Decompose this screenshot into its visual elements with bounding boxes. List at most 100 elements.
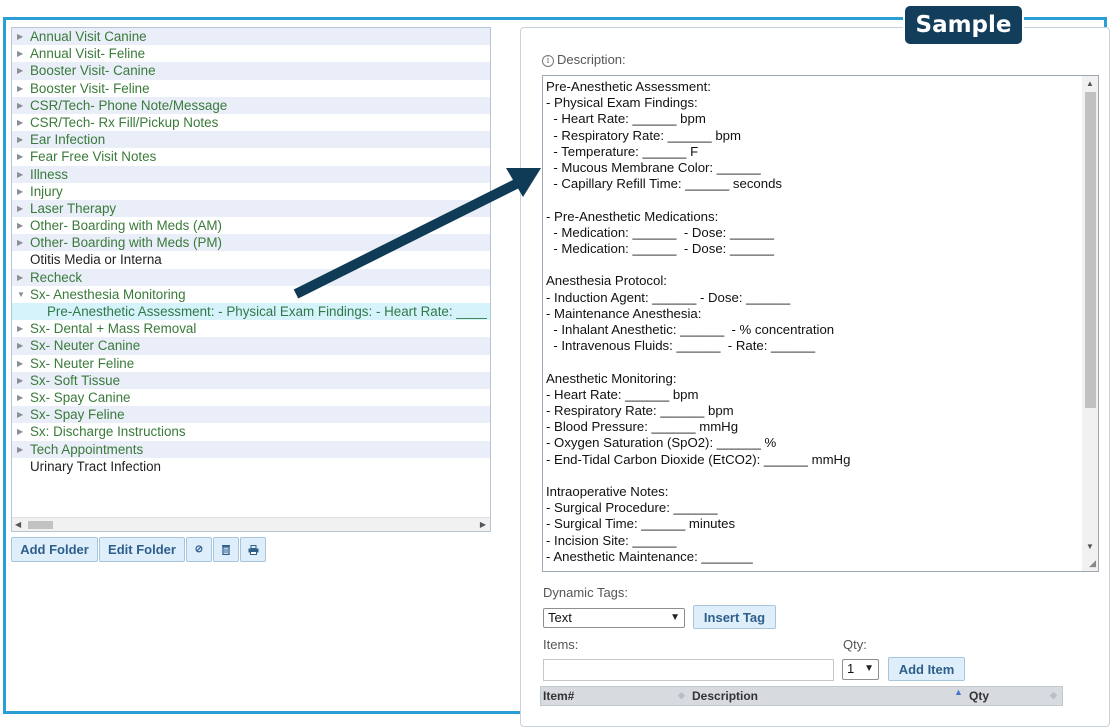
triangle-right-icon[interactable]: ▶ <box>17 114 23 131</box>
tree-node-label: Injury <box>30 183 63 199</box>
tree-node-leaf[interactable]: Otitis Media or Interna <box>12 251 490 268</box>
tree-node-label: Sx- Neuter Feline <box>30 355 135 371</box>
tree-node-folder[interactable]: ▶ Booster Visit- Canine <box>12 62 490 80</box>
horizontal-scrollbar[interactable]: ◀ ▶ <box>12 517 490 531</box>
tree-node-label: Sx- Neuter Canine <box>30 338 141 354</box>
tree-node-label: Recheck <box>30 269 83 285</box>
triangle-right-icon[interactable]: ▶ <box>17 406 23 423</box>
tree-node-folder[interactable]: ▶ Tech Appointments <box>12 440 490 458</box>
tree-node-folder[interactable]: ▶ Sx- Soft Tissue <box>12 371 490 389</box>
triangle-right-icon[interactable]: ▶ <box>17 423 23 440</box>
col-description[interactable]: Description <box>692 689 758 703</box>
scroll-thumb-vertical[interactable] <box>1085 92 1096 408</box>
tree-node-template[interactable]: Pre-Anesthetic Assessment: - Physical Ex… <box>12 303 490 321</box>
ban-icon: ⊘ <box>194 544 204 555</box>
sample-badge: Sample <box>903 4 1024 46</box>
tree-node-label: Other- Boarding with Meds (AM) <box>30 218 222 234</box>
triangle-right-icon[interactable]: ▶ <box>17 131 23 148</box>
triangle-right-icon[interactable]: ▶ <box>17 97 23 114</box>
description-label: i Description: <box>542 52 626 67</box>
tree-node-folder[interactable]: ▶ Sx- Neuter Feline <box>12 355 490 372</box>
add-item-button[interactable]: Add Item <box>888 657 965 681</box>
ban-button[interactable]: ⊘ <box>186 537 212 562</box>
triangle-right-icon[interactable]: ▶ <box>17 148 23 165</box>
items-input[interactable] <box>543 659 834 681</box>
edit-folder-button[interactable]: Edit Folder <box>99 537 185 562</box>
triangle-right-icon[interactable]: ▶ <box>17 62 23 79</box>
triangle-right-icon[interactable]: ▶ <box>17 200 23 217</box>
template-tree[interactable]: ▶ Annual Visit Canine ▶ Annual Visit- Felin… <box>11 27 491 532</box>
triangle-right-icon[interactable]: ▶ <box>17 217 23 234</box>
resize-grip-icon[interactable]: ◢ <box>1089 558 1096 569</box>
sort-icon-qty: ◆ <box>1050 690 1057 700</box>
triangle-right-icon[interactable]: ▶ <box>17 28 23 45</box>
triangle-right-icon[interactable]: ▶ <box>17 234 23 251</box>
tree-node-folder[interactable]: ▶ Sx- Neuter Canine <box>12 337 490 355</box>
col-item-number[interactable]: Item# <box>543 689 574 703</box>
tree-node-folder[interactable]: ▶ Laser Therapy <box>12 199 490 218</box>
triangle-right-icon[interactable]: ▶ <box>17 269 23 286</box>
col-qty[interactable]: Qty <box>969 689 989 703</box>
tree-node-label: Sx- Dental + Mass Removal <box>30 321 197 337</box>
tree-node-folder[interactable]: ▶ Annual Visit- Feline <box>12 45 490 62</box>
tree-node-label: Other- Boarding with Meds (PM) <box>30 235 222 251</box>
insert-tag-button[interactable]: Insert Tag <box>693 605 776 629</box>
tree-node-folder[interactable]: ▶ CSR/Tech- Phone Note/Message <box>12 96 490 114</box>
tree-node-label: CSR/Tech- Phone Note/Message <box>30 97 228 113</box>
tree-node-label: Tech Appointments <box>30 441 144 457</box>
sort-asc-icon: ▲ <box>954 687 963 697</box>
print-icon <box>248 544 258 555</box>
triangle-right-icon[interactable]: ▶ <box>17 337 23 354</box>
triangle-right-icon[interactable]: ▶ <box>17 355 23 372</box>
tree-node-folder[interactable]: ▶ CSR/Tech- Rx Fill/Pickup Notes <box>12 114 490 131</box>
tree-node-label: Urinary Tract Infection <box>30 458 161 474</box>
tree-node-leaf[interactable]: Urinary Tract Infection <box>12 458 490 475</box>
triangle-right-icon[interactable]: ▶ <box>17 80 23 97</box>
tree-node-folder[interactable]: ▶ Annual Visit Canine <box>12 28 490 46</box>
description-text[interactable]: Pre-Anesthetic Assessment: - Physical Ex… <box>546 79 1076 565</box>
dynamic-tags-select[interactable]: Text ▼ <box>543 608 685 628</box>
description-label-text: Description: <box>557 52 626 67</box>
scroll-down-icon[interactable]: ▼ <box>1082 542 1098 551</box>
scroll-up-icon[interactable]: ▲ <box>1082 79 1098 88</box>
qty-select[interactable]: 1 ▼ <box>842 659 879 680</box>
info-icon: i <box>542 55 554 67</box>
vertical-scrollbar[interactable]: ▲ ▼ <box>1082 76 1098 571</box>
triangle-right-icon[interactable]: ▶ <box>17 441 23 458</box>
triangle-right-icon[interactable]: ▶ <box>17 166 23 183</box>
qty-chevron-down-icon: ▼ <box>864 663 874 674</box>
scroll-left-icon[interactable]: ◀ <box>15 518 21 531</box>
scroll-thumb[interactable] <box>28 521 53 529</box>
qty-label: Qty: <box>843 637 867 652</box>
triangle-right-icon[interactable]: ▶ <box>17 389 23 406</box>
tree-node-folder[interactable]: ▶ Other- Boarding with Meds (PM) <box>12 234 490 252</box>
add-folder-button[interactable]: Add Folder <box>11 537 98 562</box>
triangle-right-icon[interactable]: ▶ <box>17 320 23 337</box>
tree-node-folder[interactable]: ▼ Sx- Anesthesia Monitoring <box>12 286 490 303</box>
tree-node-folder[interactable]: ▶ Fear Free Visit Notes <box>12 148 490 165</box>
tree-node-folder[interactable]: ▶ Ear Infection <box>12 131 490 149</box>
tree-node-folder[interactable]: ▶ Recheck <box>12 268 490 286</box>
scroll-right-icon[interactable]: ▶ <box>480 518 486 531</box>
tree-node-label: Sx- Soft Tissue <box>30 372 121 388</box>
tree-node-folder[interactable]: ▶ Sx- Dental + Mass Removal <box>12 320 490 337</box>
triangle-right-icon[interactable]: ▶ <box>17 372 23 389</box>
tree-node-folder[interactable]: ▶ Sx- Spay Feline <box>12 406 490 424</box>
tree-node-folder[interactable]: ▶ Other- Boarding with Meds (AM) <box>12 217 490 234</box>
triangle-down-icon[interactable]: ▼ <box>17 286 25 303</box>
triangle-right-icon[interactable]: ▶ <box>17 183 23 200</box>
tree-node-folder[interactable]: ▶ Sx: Discharge Instructions <box>12 423 490 440</box>
triangle-right-icon[interactable]: ▶ <box>17 45 23 62</box>
print-button[interactable] <box>240 537 266 562</box>
tree-node-folder[interactable]: ▶ Sx- Spay Canine <box>12 389 490 406</box>
tree-node-folder[interactable]: ▶ Booster Visit- Feline <box>12 80 490 97</box>
sort-icon: ◆ <box>678 690 685 700</box>
tree-node-label: Annual Visit- Feline <box>30 46 146 62</box>
description-textarea[interactable]: Pre-Anesthetic Assessment: - Physical Ex… <box>542 75 1099 572</box>
qty-selected: 1 <box>847 661 855 676</box>
dynamic-tags-selected: Text <box>548 610 572 625</box>
delete-button[interactable] <box>213 537 239 562</box>
tree-node-folder[interactable]: ▶ Illness <box>12 165 490 183</box>
tree-node-folder[interactable]: ▶ Injury <box>12 183 490 200</box>
tree-node-label: Sx: Discharge Instructions <box>30 424 186 440</box>
